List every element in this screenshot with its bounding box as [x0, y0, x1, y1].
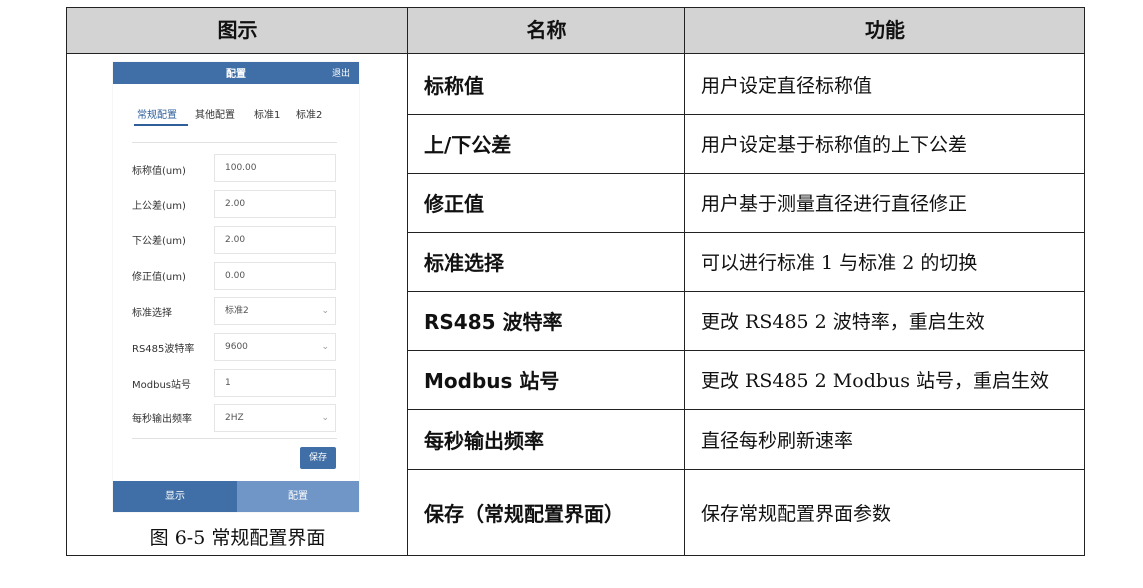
- lower-tolerance-input[interactable]: 2.00: [214, 226, 336, 254]
- tab-standard-1[interactable]: 标准1: [254, 106, 280, 121]
- chevron-down-icon: ⌄: [321, 342, 329, 352]
- row-function: 直径每秒刷新速率: [701, 429, 854, 452]
- nominal-value-input[interactable]: 100.00: [214, 154, 336, 182]
- row-function: 用户基于测量直径进行直径修正: [701, 193, 968, 215]
- tab-general-config[interactable]: 常规配置: [137, 106, 177, 121]
- field-label: 标准选择: [132, 308, 172, 319]
- bottom-nav: 显示 配置: [113, 481, 359, 512]
- save-button[interactable]: 保存: [300, 447, 336, 469]
- row-function: 用户设定基于标称值的上下公差: [701, 134, 968, 156]
- tab-other-config[interactable]: 其他配置: [195, 106, 235, 121]
- output-frequency-value: 2HZ: [225, 413, 244, 423]
- modbus-station-input[interactable]: 1: [214, 369, 336, 397]
- upper-tolerance-input[interactable]: 2.00: [214, 190, 336, 218]
- exit-button[interactable]: 退出: [332, 66, 350, 79]
- function-table: 图示 名称 功能 标称值 用户设定直径标称值 上/下公差 用户设定基于标称值的上…: [66, 7, 1085, 556]
- header-name: 名称: [526, 18, 567, 42]
- figure-caption: 图 6-5 常规配置界面: [149, 527, 326, 549]
- active-tab-indicator: [134, 124, 188, 126]
- divider: [132, 438, 337, 439]
- nav-display[interactable]: 显示: [113, 481, 237, 512]
- field-label: Modbus站号: [132, 380, 191, 391]
- row-name: 标称值: [424, 73, 484, 98]
- baud-rate-value: 9600: [225, 342, 248, 352]
- header-illustration: 图示: [217, 18, 258, 42]
- standard-select[interactable]: 标准2 ⌄: [214, 297, 336, 325]
- baud-rate-select[interactable]: 9600 ⌄: [214, 333, 336, 361]
- row-name: 修正值: [424, 192, 484, 216]
- chevron-down-icon: ⌄: [321, 413, 329, 423]
- header-function: 功能: [865, 18, 905, 42]
- field-label: 修正值(um): [132, 272, 186, 283]
- divider: [132, 142, 337, 143]
- row-function: 更改 RS485 2 Modbus 站号，重启生效: [701, 370, 1050, 392]
- row-function: 可以进行标准 1 与标准 2 的切换: [701, 252, 978, 274]
- row-function: 保存常规配置界面参数: [701, 502, 892, 525]
- field-label: 每秒输出频率: [132, 414, 192, 425]
- tab-standard-2[interactable]: 标准2: [296, 106, 322, 121]
- field-label: 标称值(um): [132, 166, 186, 177]
- field-label: RS485波特率: [132, 344, 195, 355]
- row-function: 用户设定直径标称值: [701, 74, 873, 97]
- row-name: Modbus 站号: [424, 369, 560, 393]
- output-frequency-select[interactable]: 2HZ ⌄: [214, 404, 336, 432]
- nav-config[interactable]: 配置: [237, 481, 359, 512]
- row-function: 更改 RS485 2 波特率，重启生效: [701, 311, 985, 333]
- phone-top-bar: 配置 退出: [113, 62, 359, 84]
- phone-screenshot: 配置 退出 常规配置 其他配置 标准1 标准2 标称值(um) 100.00 上…: [113, 62, 359, 512]
- row-name: 上/下公差: [424, 133, 512, 157]
- chevron-down-icon: ⌄: [321, 306, 329, 316]
- field-label: 下公差(um): [132, 236, 186, 247]
- field-label: 上公差(um): [132, 201, 186, 212]
- row-name: 每秒输出频率: [424, 428, 544, 453]
- row-name: 标准选择: [424, 251, 504, 275]
- row-name: 保存（常规配置界面）: [424, 501, 624, 526]
- table-header: 图示 名称 功能: [67, 8, 1084, 54]
- phone-title: 配置: [226, 69, 246, 80]
- correction-value-input[interactable]: 0.00: [214, 262, 336, 290]
- standard-select-value: 标准2: [225, 306, 249, 316]
- row-name: RS485 波特率: [424, 310, 563, 334]
